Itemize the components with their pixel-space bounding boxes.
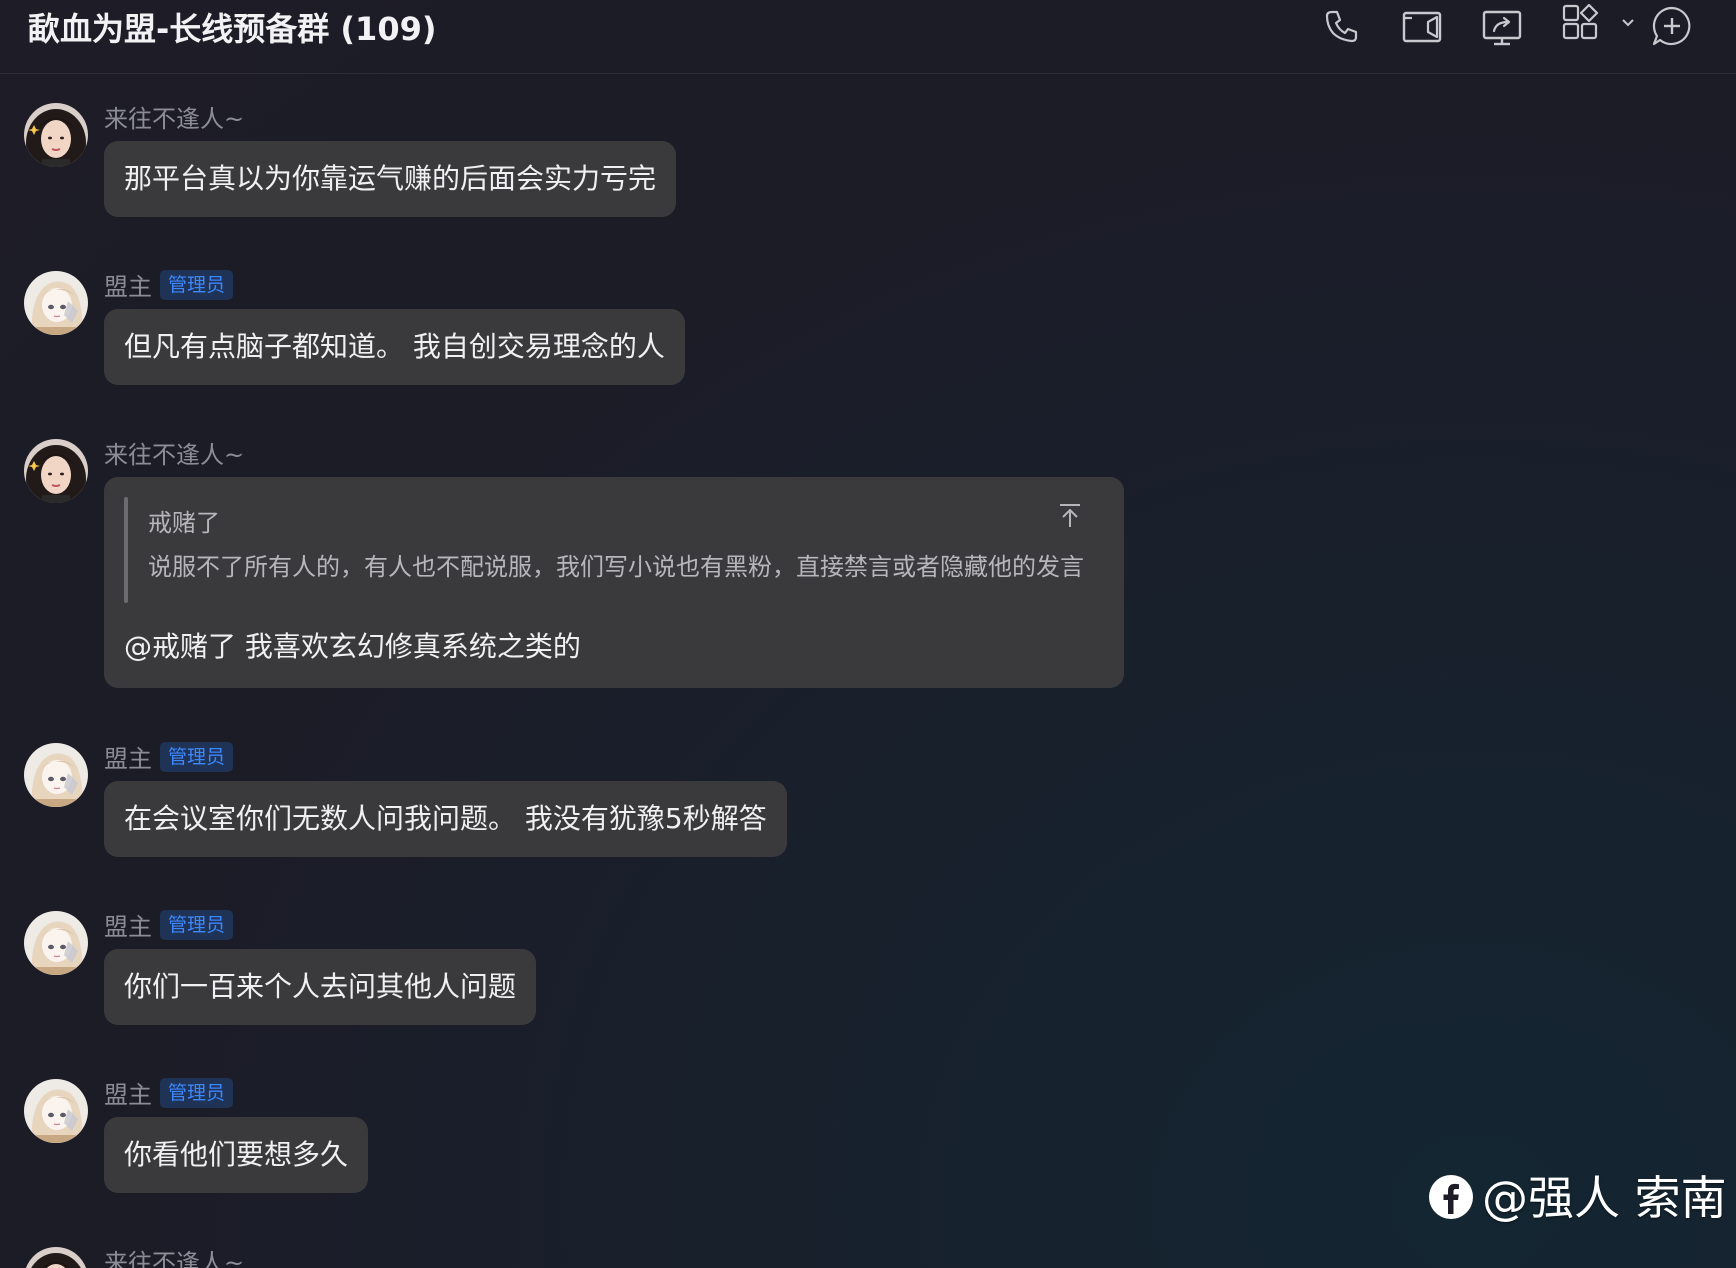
chat-title: 歃血为盟-长线预备群 (109) bbox=[28, 10, 437, 48]
avatar[interactable] bbox=[24, 439, 88, 503]
apps-grid-icon[interactable] bbox=[1560, 3, 1604, 48]
phone-icon[interactable] bbox=[1320, 4, 1364, 48]
sender-name[interactable]: 盟主 bbox=[104, 1081, 152, 1109]
screen-share-icon[interactable] bbox=[1480, 4, 1524, 48]
message-bubble[interactable]: 但凡有点脑子都知道。 我自创交易理念的人 bbox=[104, 309, 685, 385]
message-bubble[interactable]: 你看他们要想多久 bbox=[104, 1117, 369, 1193]
avatar[interactable] bbox=[24, 1247, 88, 1268]
avatar[interactable] bbox=[24, 911, 88, 975]
chevron-down-icon[interactable] bbox=[1620, 14, 1636, 30]
message-bubble[interactable]: 在会议室你们无数人问我问题。 我没有犹豫5秒解答 bbox=[104, 781, 787, 857]
sender-row: 盟主 管理员 bbox=[104, 267, 234, 301]
admin-badge: 管理员 bbox=[160, 741, 234, 772]
sender-row: 来往不逢人~ bbox=[104, 99, 244, 133]
admin-badge: 管理员 bbox=[160, 1077, 234, 1108]
admin-badge: 管理员 bbox=[160, 909, 234, 940]
avatar[interactable] bbox=[24, 103, 88, 167]
sender-name[interactable]: 来往不逢人~ bbox=[104, 105, 244, 133]
sender-row: 盟主 管理员 bbox=[104, 907, 234, 941]
avatar[interactable] bbox=[24, 271, 88, 335]
quote-text: 说服不了所有人的，有人也不配说服，我们写小说也有黑粉，直接禁言或者隐藏他的发言 bbox=[148, 553, 1084, 581]
message-bubble[interactable]: 你们一百来个人去问其他人问题 bbox=[104, 949, 537, 1025]
sender-name[interactable]: 来往不逢人~ bbox=[104, 1249, 244, 1268]
video-icon[interactable] bbox=[1400, 4, 1444, 48]
facebook-icon bbox=[1428, 1174, 1474, 1220]
message-text: @戒赌了 我喜欢玄幻修真系统之类的 bbox=[124, 630, 581, 663]
watermark-text: @强人 索南 bbox=[1482, 1171, 1727, 1225]
sender-row: 来往不逢人~ bbox=[104, 1243, 244, 1268]
message-list[interactable]: 来往不逢人~ 那平台真以为你靠运气赚的后面会实力亏完 盟主 管理员 但凡有点脑子都… bbox=[0, 75, 1736, 1268]
admin-badge: 管理员 bbox=[160, 269, 234, 300]
message-bubble[interactable]: 戒赌了 说服不了所有人的，有人也不配说服，我们写小说也有黑粉，直接禁言或者隐藏他… bbox=[104, 477, 1124, 688]
sender-row: 盟主 管理员 bbox=[104, 1075, 234, 1109]
quote-author: 戒赌了 bbox=[148, 509, 220, 537]
add-chat-icon[interactable] bbox=[1650, 4, 1694, 48]
chat-header: 歃血为盟-长线预备群 (109) bbox=[0, 0, 1736, 74]
jump-to-quote-icon[interactable] bbox=[1056, 501, 1084, 531]
sender-row: 来往不逢人~ bbox=[104, 435, 244, 469]
sender-name[interactable]: 盟主 bbox=[104, 273, 152, 301]
sender-name[interactable]: 盟主 bbox=[104, 913, 152, 941]
header-toolbar bbox=[1320, 0, 1736, 50]
avatar[interactable] bbox=[24, 1079, 88, 1143]
sender-row: 盟主 管理员 bbox=[104, 739, 234, 773]
message-bubble[interactable]: 那平台真以为你靠运气赚的后面会实力亏完 bbox=[104, 141, 677, 217]
quote-bar bbox=[124, 497, 128, 603]
avatar[interactable] bbox=[24, 743, 88, 807]
sender-name[interactable]: 盟主 bbox=[104, 745, 152, 773]
sender-name[interactable]: 来往不逢人~ bbox=[104, 441, 244, 469]
